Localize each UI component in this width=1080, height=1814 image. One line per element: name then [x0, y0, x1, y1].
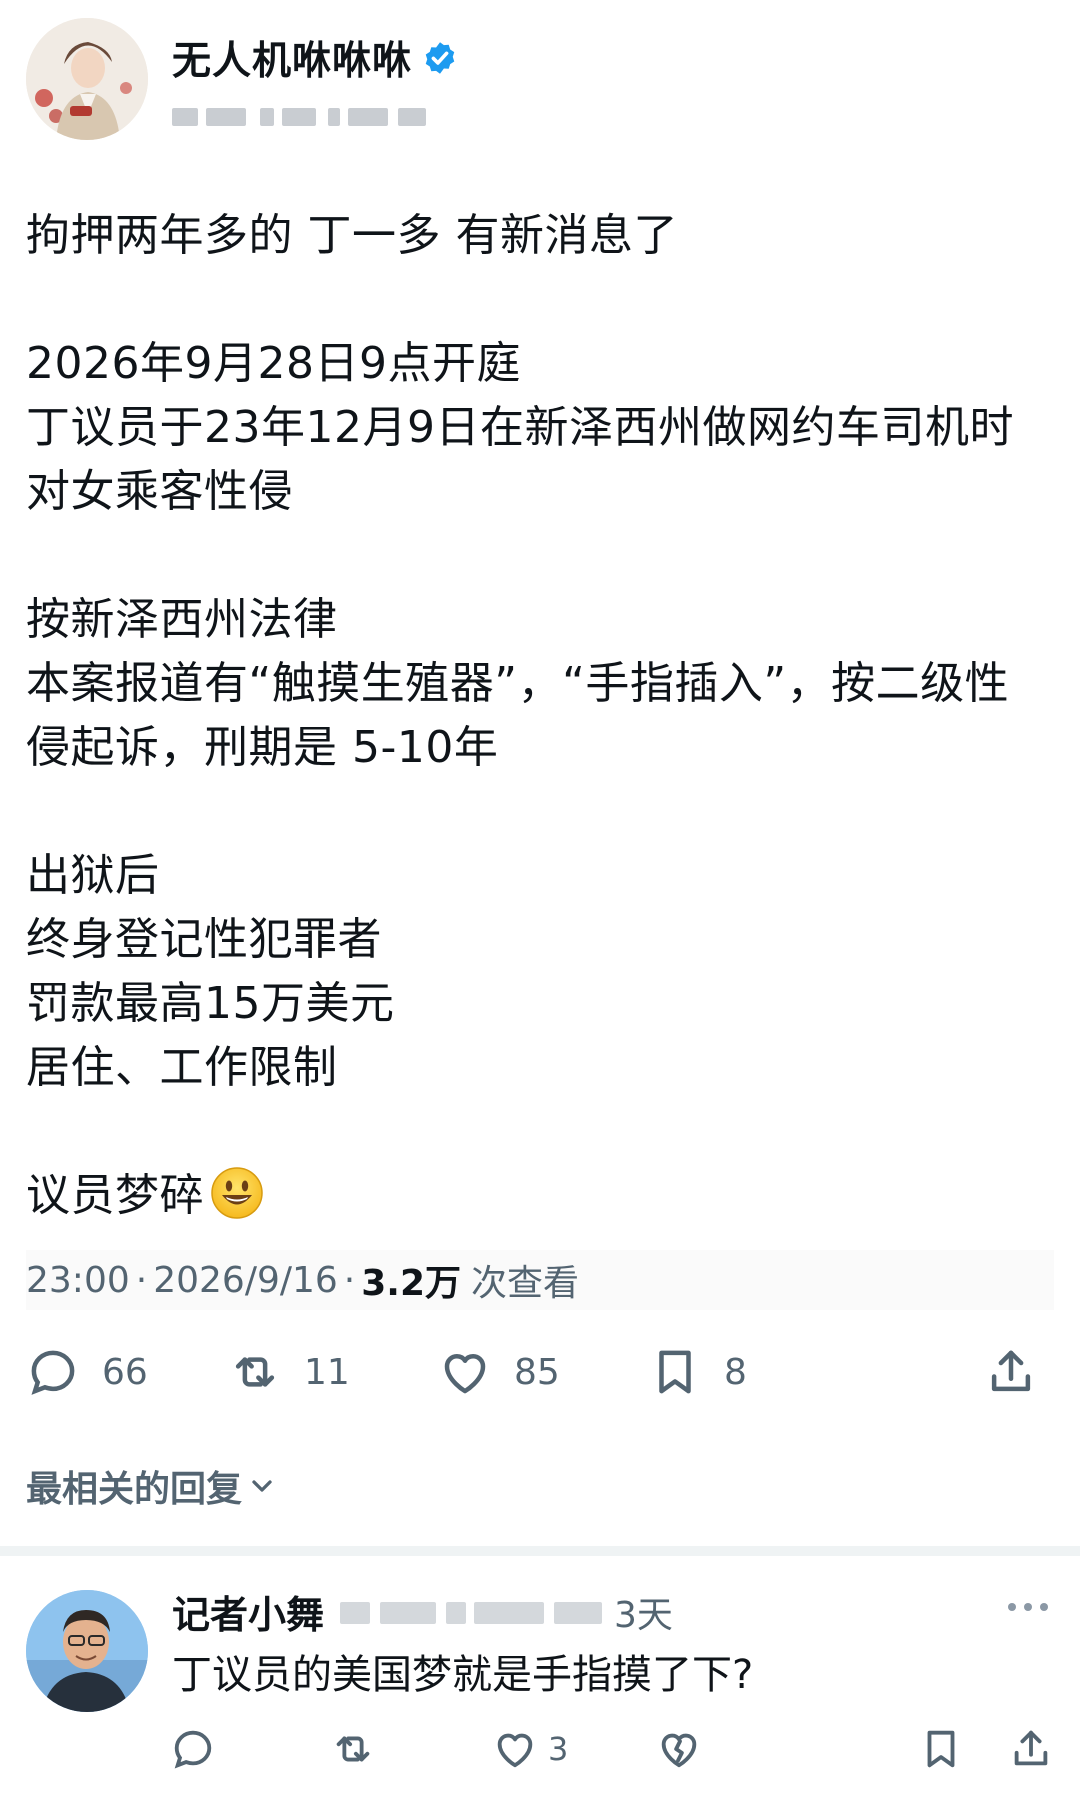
bookmark-button[interactable]: 8 — [648, 1345, 747, 1399]
replies-sort-label: 最相关的回复 — [26, 1469, 243, 1510]
post-line: 丁议员于23年12月9日在新泽西州做网约车司机时 — [26, 402, 1014, 453]
reply-icon — [31, 1350, 75, 1395]
reply-repost-button[interactable] — [330, 1726, 376, 1772]
replies-sort-dropdown[interactable]: 最相关的回复 — [26, 1460, 278, 1512]
chevron-down-icon — [252, 1480, 272, 1492]
reply-button[interactable]: 66 — [26, 1345, 148, 1399]
section-divider — [0, 1546, 1080, 1556]
repost-icon — [336, 1736, 370, 1762]
reply-icon — [174, 1730, 212, 1769]
repost-count: 11 — [304, 1351, 350, 1393]
post-meta: 23:00 · 2026/9/16 · 3.2万 次查看 — [26, 1250, 1054, 1310]
reply-author-name[interactable]: 记者小舞 — [172, 1584, 324, 1639]
like-count: 85 — [514, 1351, 560, 1393]
post-time[interactable]: 23:00 — [26, 1260, 130, 1301]
reply-handle-redacted — [340, 1592, 610, 1632]
repost-icon — [235, 1357, 275, 1387]
more-options-icon[interactable] — [1006, 1600, 1050, 1614]
verified-badge-icon — [425, 42, 455, 74]
reply-like-button[interactable]: 3 — [492, 1726, 568, 1772]
post-line: 对女乘客性侵 — [26, 466, 293, 517]
bookmark-icon — [927, 1730, 955, 1768]
post-line: 2026年9月28日9点开庭 — [26, 338, 521, 389]
heart-icon — [497, 1733, 533, 1768]
reply-time[interactable]: 3天 — [614, 1586, 673, 1638]
reply-like-count: 3 — [548, 1730, 569, 1768]
views-count: 3.2万 — [361, 1263, 462, 1304]
share-button[interactable] — [984, 1345, 1038, 1399]
post-line-text: 议员梦碎 — [26, 1170, 204, 1221]
reply-item[interactable]: 记者小舞 3天 丁议员的美国梦就是手指摸了下? 3 — [0, 1556, 1080, 1814]
reply-action-bar: 3 — [170, 1726, 1050, 1776]
like-button[interactable]: 85 — [438, 1345, 560, 1399]
reply-header: 记者小舞 3天 — [172, 1584, 673, 1639]
post-line: 本案报道有“触摸生殖器”，“手指插入”，按二级性 — [26, 658, 1010, 709]
author-name[interactable]: 无人机咻咻咻 — [172, 30, 412, 86]
post-header: 无人机咻咻咻 — [26, 18, 458, 140]
smiley-emoji-icon — [211, 1167, 263, 1219]
bookmark-count: 8 — [724, 1351, 747, 1393]
share-icon — [1014, 1730, 1048, 1766]
repost-button[interactable]: 11 — [228, 1345, 350, 1399]
share-icon — [991, 1350, 1031, 1392]
post-line: 侵起诉，刑期是 5-10年 — [26, 722, 499, 773]
post-date[interactable]: 2026/9/16 — [153, 1260, 338, 1301]
post-line: 按新泽西州法律 — [26, 594, 338, 645]
post-action-bar: 66 11 85 8 — [26, 1345, 1046, 1405]
reply-reply-button[interactable] — [170, 1726, 216, 1772]
views-label: 次查看 — [471, 1263, 580, 1304]
post-line: 居住、工作限制 — [26, 1042, 338, 1093]
post-line-last: 议员梦碎 — [26, 1164, 1056, 1228]
reply-share-button[interactable] — [1008, 1726, 1054, 1772]
post-line: 出狱后 — [26, 850, 160, 901]
heart-icon — [444, 1354, 486, 1394]
broken-heart-icon — [661, 1733, 697, 1768]
post-line: 拘押两年多的 丁一多 有新消息了 — [26, 210, 678, 261]
reply-dislike-button[interactable] — [656, 1726, 702, 1772]
author-handle-redacted — [172, 102, 442, 132]
post-text: 拘押两年多的 丁一多 有新消息了 2026年9月28日9点开庭 丁议员于23年1… — [26, 204, 1056, 1228]
reply-author-avatar[interactable] — [26, 1590, 148, 1712]
reply-bookmark-button[interactable] — [918, 1726, 964, 1772]
meta-separator: · — [135, 1259, 148, 1301]
meta-separator: · — [343, 1259, 356, 1301]
author-avatar[interactable] — [26, 18, 148, 140]
post-line: 罚款最高15万美元 — [26, 978, 395, 1029]
reply-text: 丁议员的美国梦就是手指摸了下? — [172, 1652, 754, 1698]
bookmark-icon — [659, 1350, 691, 1394]
post-line: 终身登记性犯罪者 — [26, 914, 382, 965]
reply-count: 66 — [102, 1351, 148, 1393]
